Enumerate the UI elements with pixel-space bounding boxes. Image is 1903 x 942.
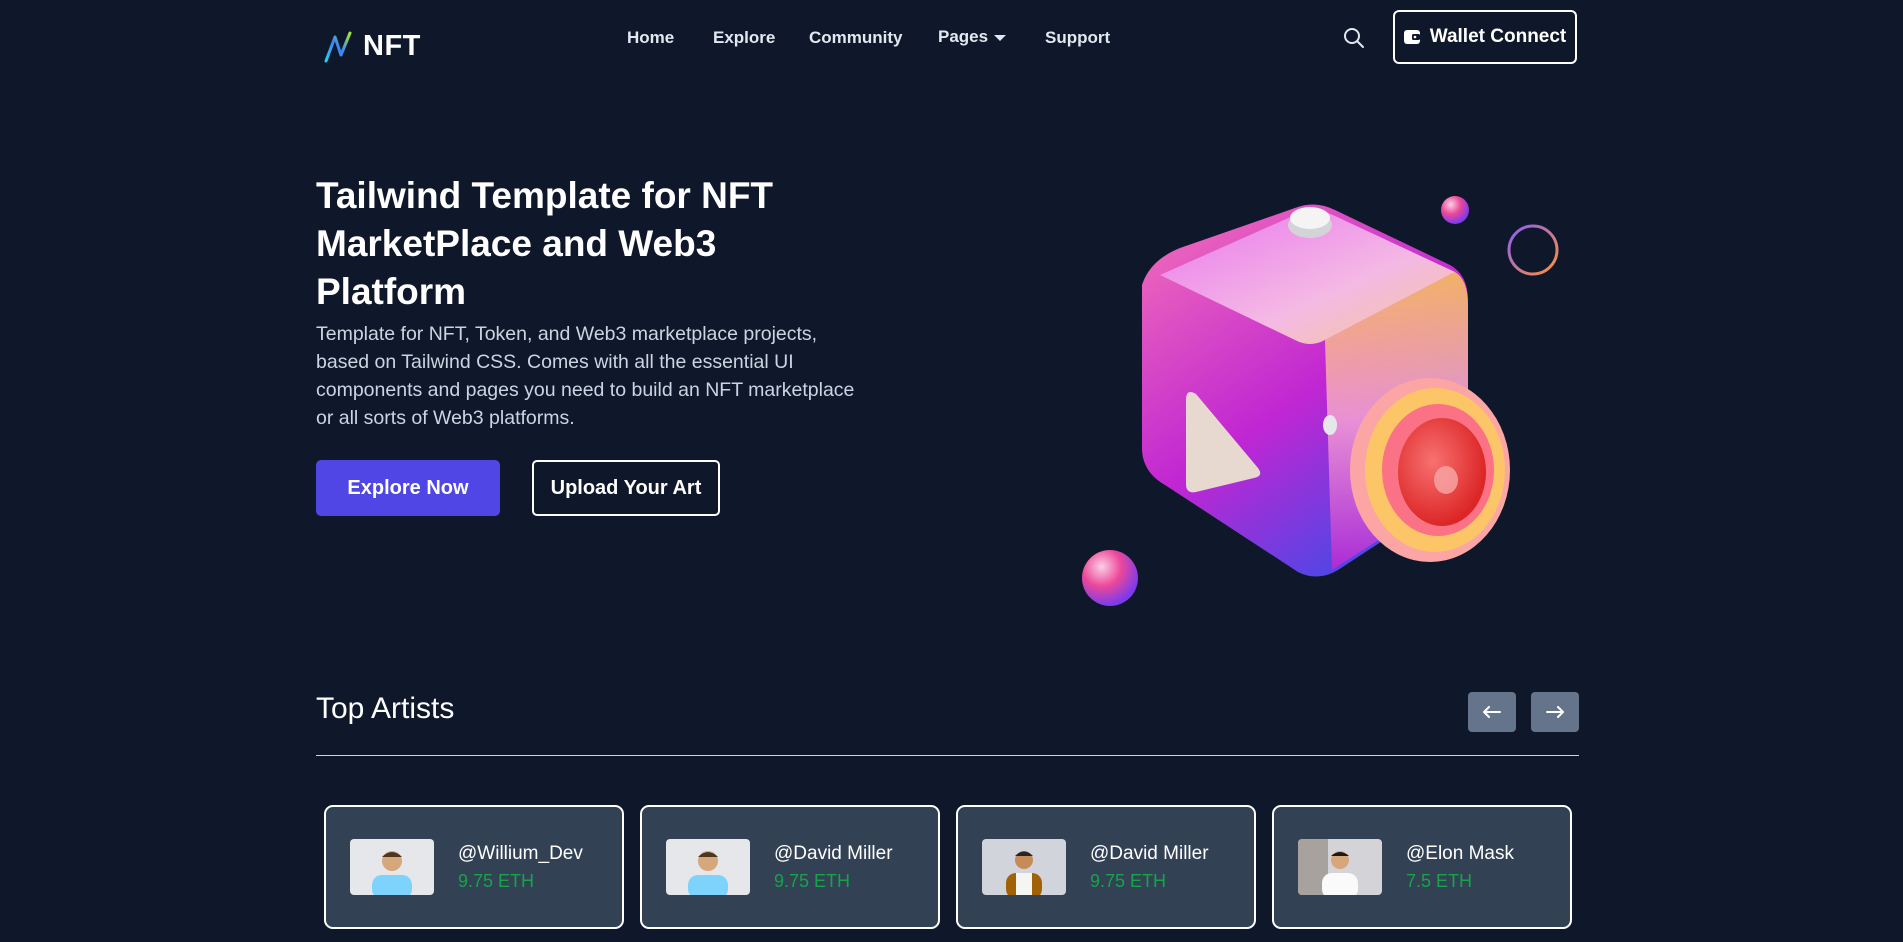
avatar bbox=[350, 839, 434, 895]
nav-community[interactable]: Community bbox=[809, 28, 903, 48]
logo-icon bbox=[324, 31, 352, 62]
avatar bbox=[666, 839, 750, 895]
artist-handle: @Willium_Dev bbox=[458, 843, 583, 864]
wallet-connect-label: Wallet Connect bbox=[1429, 26, 1567, 47]
arrow-right-icon bbox=[1546, 706, 1564, 718]
nav-home[interactable]: Home bbox=[627, 28, 674, 48]
arrow-left-icon bbox=[1483, 706, 1501, 718]
section-divider bbox=[316, 755, 1579, 756]
artist-price: 9.75 ETH bbox=[774, 871, 851, 891]
artist-price: 7.5 ETH bbox=[1406, 871, 1473, 891]
nav-pages-label: Pages bbox=[938, 27, 989, 46]
explore-now-button[interactable]: Explore Now bbox=[316, 460, 500, 516]
top-navbar: NFT Home Explore Community Pages Support… bbox=[0, 0, 1903, 78]
wallet-icon bbox=[1403, 30, 1420, 44]
avatar bbox=[982, 839, 1066, 895]
artist-card[interactable]: @David Miller 9.75 ETH bbox=[956, 805, 1256, 929]
hero-description: Template for NFT, Token, and Web3 market… bbox=[316, 323, 855, 429]
brand-logo[interactable]: NFT bbox=[323, 30, 421, 63]
artist-card[interactable]: @Elon Mask 7.5 ETH bbox=[1272, 805, 1572, 929]
nav-pages[interactable]: Pages bbox=[938, 27, 1007, 47]
artist-price: 9.75 ETH bbox=[458, 871, 535, 891]
wallet-connect-button[interactable]: Wallet Connect bbox=[1393, 10, 1577, 64]
artist-handle: @David Miller bbox=[774, 843, 893, 864]
prev-artists-button[interactable] bbox=[1468, 692, 1516, 732]
search-icon[interactable] bbox=[1342, 26, 1366, 50]
top-artists-title: Top Artists bbox=[316, 692, 455, 725]
upload-art-button[interactable]: Upload Your Art bbox=[532, 460, 720, 516]
avatar bbox=[1298, 839, 1382, 895]
hero-3d-cube-illustration bbox=[1082, 196, 1559, 606]
brand-name: NFT bbox=[363, 30, 421, 62]
artist-handle: @David Miller bbox=[1090, 843, 1209, 864]
next-artists-button[interactable] bbox=[1531, 692, 1579, 732]
artist-card[interactable]: @David Miller 9.75 ETH bbox=[640, 805, 940, 929]
artist-price: 9.75 ETH bbox=[1090, 871, 1167, 891]
nav-support[interactable]: Support bbox=[1045, 28, 1110, 48]
artist-handle: @Elon Mask bbox=[1406, 843, 1514, 864]
caret-down-icon bbox=[994, 34, 1007, 41]
artist-card[interactable]: @Willium_Dev 9.75 ETH bbox=[324, 805, 624, 929]
nav-explore[interactable]: Explore bbox=[713, 28, 775, 48]
hero-title: Tailwind Template for NFT MarketPlace an… bbox=[316, 175, 774, 312]
